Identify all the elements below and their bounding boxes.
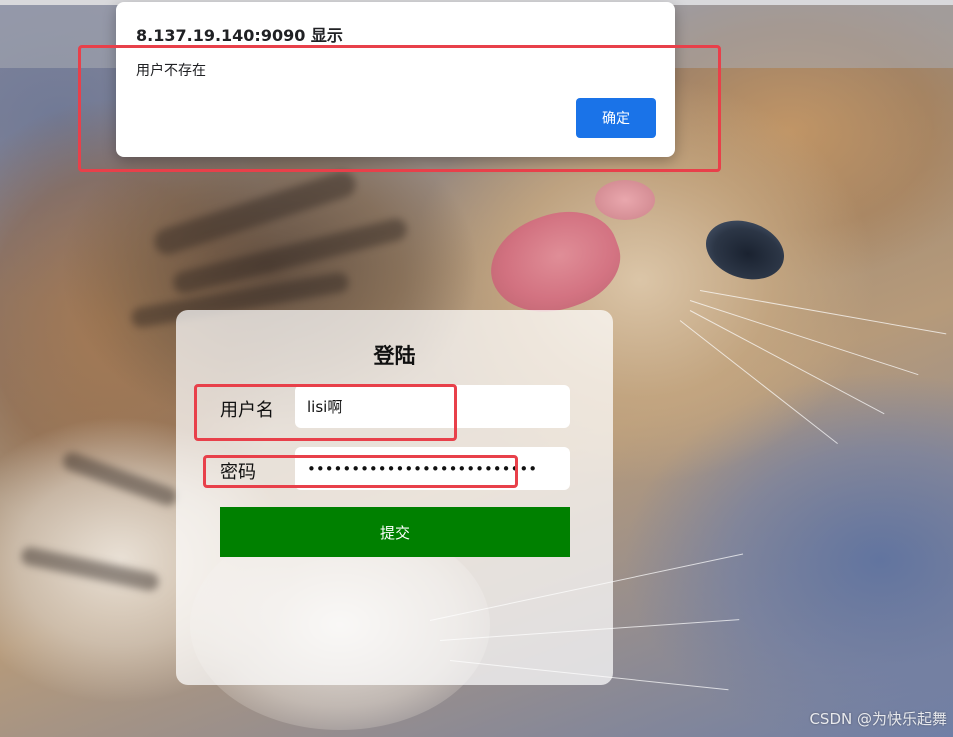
kitten-nose xyxy=(595,180,655,220)
watermark: CSDN @为快乐起舞 xyxy=(809,710,947,728)
alert-title: 8.137.19.140:9090 显示 xyxy=(136,26,343,45)
login-form: 登陆 用户名 密码 提交 xyxy=(176,310,613,685)
username-label: 用户名 xyxy=(220,400,274,421)
alert-dialog: 8.137.19.140:9090 显示 用户不存在 确定 xyxy=(116,2,675,157)
alert-message: 用户不存在 xyxy=(136,63,206,79)
page: 登陆 用户名 密码 提交 8.137.19.140:9090 显示 用户不存在 … xyxy=(0,0,953,737)
submit-button[interactable]: 提交 xyxy=(220,507,570,557)
password-label: 密码 xyxy=(220,462,256,483)
login-title: 登陆 xyxy=(373,344,416,368)
alert-ok-button[interactable]: 确定 xyxy=(576,98,656,138)
password-input[interactable] xyxy=(295,447,570,490)
username-input[interactable] xyxy=(295,385,570,428)
